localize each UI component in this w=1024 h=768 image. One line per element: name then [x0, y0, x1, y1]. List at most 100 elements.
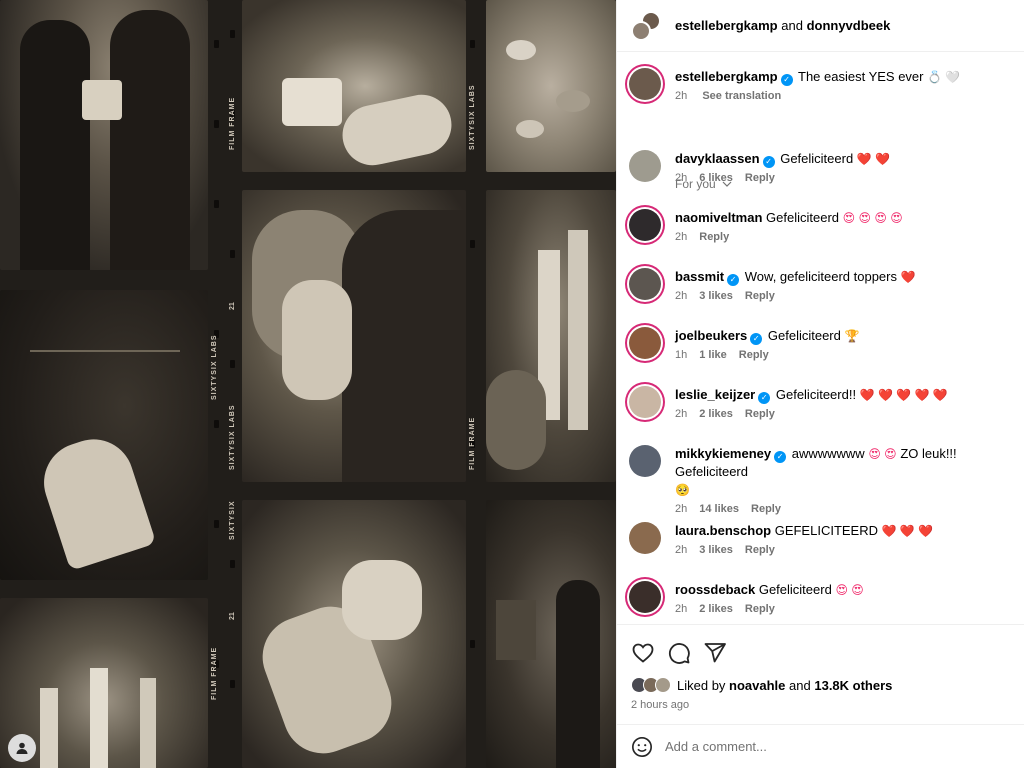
reply-button[interactable]: Reply	[745, 603, 775, 615]
avatar[interactable]	[629, 150, 661, 182]
likes-count[interactable]: 13.8K others	[814, 678, 892, 693]
reply-button[interactable]: Reply	[699, 231, 729, 243]
avatar[interactable]	[629, 386, 661, 418]
heart-icon[interactable]	[631, 641, 655, 665]
comment-row: leslie_keijzer ✓ Gefeliciteerd!! ❤️ ❤️ ❤️…	[629, 386, 1021, 420]
comment-likes[interactable]: 1 like	[699, 349, 727, 361]
liked-by-user[interactable]: noavahle	[729, 678, 785, 693]
comment-emoji: 🏆	[844, 329, 860, 343]
avatar[interactable]	[629, 209, 661, 241]
avatar	[655, 677, 671, 693]
post-photo[interactable]: SIXTYSIX LABS FILM FRAME FILM FRAME SIXT…	[0, 0, 616, 768]
comment-row: naomiveltman Gefeliciteerd 😍 😍 😍 😍 2h Repl…	[629, 209, 1021, 243]
comment-likes[interactable]: 3 likes	[699, 290, 733, 302]
comment-username[interactable]: bassmit	[675, 269, 724, 284]
post-timestamp[interactable]: 2 hours ago	[631, 699, 689, 711]
comment-time[interactable]: 1h	[675, 349, 687, 361]
comment-input[interactable]	[665, 739, 965, 754]
caption: estellebergkamp ✓ The easiest YES ever 💍 …	[629, 68, 1021, 102]
collab-username[interactable]: donnyvdbeek	[807, 18, 891, 33]
photo-hand-ring-dark	[0, 290, 208, 580]
reply-button[interactable]: Reply	[745, 290, 775, 302]
film-label: SIXTYSIX LABS	[229, 404, 236, 470]
comment-text: Gefeliciteerd	[780, 151, 854, 166]
comment-username[interactable]: naomiveltman	[675, 210, 762, 225]
film-label: SIXTYSIX	[229, 500, 236, 540]
reply-button[interactable]: Reply	[739, 349, 769, 361]
reply-button[interactable]: Reply	[745, 172, 775, 184]
film-frame-number: 21	[229, 612, 236, 620]
comments-list[interactable]: estellebergkamp ✓ The easiest YES ever 💍 …	[617, 52, 1024, 624]
comment-time[interactable]: 2h	[675, 544, 687, 556]
comment-emoji: 😍 😍	[868, 447, 897, 461]
comment-time[interactable]: 2h	[675, 172, 687, 184]
verified-badge-icon: ✓	[727, 274, 740, 286]
comment-likes[interactable]: 6 likes	[699, 172, 733, 184]
film-label: SIXTYSIX LABS	[211, 334, 218, 400]
avatar[interactable]	[629, 327, 661, 359]
avatar[interactable]	[629, 522, 661, 554]
film-strip-middle: FILM FRAME SIXTYSIX LABS SIXTYSIX 21 21 …	[226, 0, 482, 768]
verified-badge-icon: ✓	[762, 156, 775, 168]
comment-text: Gefeliciteerd!!	[775, 387, 857, 402]
author-username[interactable]: estellebergkamp	[675, 18, 778, 33]
caption-text: The easiest YES ever	[798, 69, 924, 84]
comment-row: roossdeback Gefeliciteerd 😍 😍 2h 2 likes Re…	[629, 581, 1021, 615]
post-header: estellebergkamp and donnyvdbeek	[617, 0, 1024, 52]
caption-emojis: 💍 🤍	[927, 70, 961, 84]
comment-username[interactable]: joelbeukers	[675, 328, 747, 343]
comment-time[interactable]: 2h	[675, 603, 687, 615]
reply-button[interactable]: Reply	[745, 408, 775, 420]
comment-likes[interactable]: 3 likes	[699, 544, 733, 556]
film-label: FILM FRAME	[211, 646, 218, 700]
likes-summary[interactable]: Liked by noavahle and 13.8K others	[631, 677, 892, 693]
user-tag-icon[interactable]	[8, 734, 36, 762]
photo-ring-box	[242, 0, 466, 172]
film-label: FILM FRAME	[229, 96, 236, 150]
comment-time[interactable]: 2h	[675, 503, 687, 515]
photo-woman-standing	[486, 500, 616, 768]
film-strip-left: SIXTYSIX LABS FILM FRAME	[0, 0, 226, 768]
photo-flowers-candles	[486, 190, 616, 482]
collab-avatars[interactable]	[631, 10, 661, 41]
comment-likes[interactable]: 2 likes	[699, 408, 733, 420]
comment-icon[interactable]	[667, 641, 691, 665]
avatar[interactable]	[629, 268, 661, 300]
comment-username[interactable]: mikkykiemeney	[675, 446, 771, 461]
comment-time[interactable]: 2h	[675, 231, 687, 243]
send-icon[interactable]	[703, 641, 727, 665]
avatar[interactable]	[631, 20, 651, 41]
comment-time[interactable]: 2h	[675, 408, 687, 420]
comment-emoji: 🥺	[675, 483, 690, 497]
comment-username[interactable]: laura.benschop	[675, 523, 771, 538]
verified-badge-icon: ✓	[774, 451, 787, 463]
photo-kiss	[242, 190, 466, 482]
comment-username[interactable]: roossdeback	[675, 582, 755, 597]
caption-time[interactable]: 2h	[675, 90, 687, 102]
reply-button[interactable]: Reply	[745, 544, 775, 556]
smiley-icon[interactable]	[631, 736, 653, 758]
comment-username[interactable]: davyklaassen	[675, 151, 760, 166]
comment-username[interactable]: leslie_keijzer	[675, 387, 755, 402]
comment-row: mikkykiemeney ✓ awwwwwww 😍 😍 ZO leuk!!! G…	[629, 445, 1021, 515]
comment-emoji: ❤️ ❤️ ❤️	[881, 524, 934, 538]
avatar[interactable]	[629, 68, 661, 100]
comment-likes[interactable]: 2 likes	[699, 603, 733, 615]
photo-ring-on-finger	[242, 500, 466, 768]
avatar[interactable]	[629, 581, 661, 613]
see-translation-link[interactable]: See translation	[702, 90, 781, 102]
film-strip-right	[482, 0, 616, 768]
comment-row: davyklaassen ✓ Gefeliciteerd ❤️ ❤️ 2h 6 lik…	[629, 150, 1021, 184]
avatar[interactable]	[629, 445, 661, 477]
comment-likes[interactable]: 14 likes	[699, 503, 739, 515]
comment-text: Gefeliciteerd	[758, 582, 832, 597]
reply-button[interactable]: Reply	[751, 503, 781, 515]
add-comment-bar	[617, 724, 1024, 768]
comment-emoji: ❤️	[900, 270, 916, 284]
comment-emoji: ❤️ ❤️ ❤️ ❤️ ❤️	[859, 388, 948, 402]
comment-row: bassmit ✓ Wow, gefeliciteerd toppers ❤️ 2h…	[629, 268, 1021, 302]
post-actions: Liked by noavahle and 13.8K others 2 hou…	[617, 624, 1024, 724]
comment-emoji: 😍 😍	[835, 583, 864, 597]
caption-username[interactable]: estellebergkamp	[675, 69, 778, 84]
comment-time[interactable]: 2h	[675, 290, 687, 302]
